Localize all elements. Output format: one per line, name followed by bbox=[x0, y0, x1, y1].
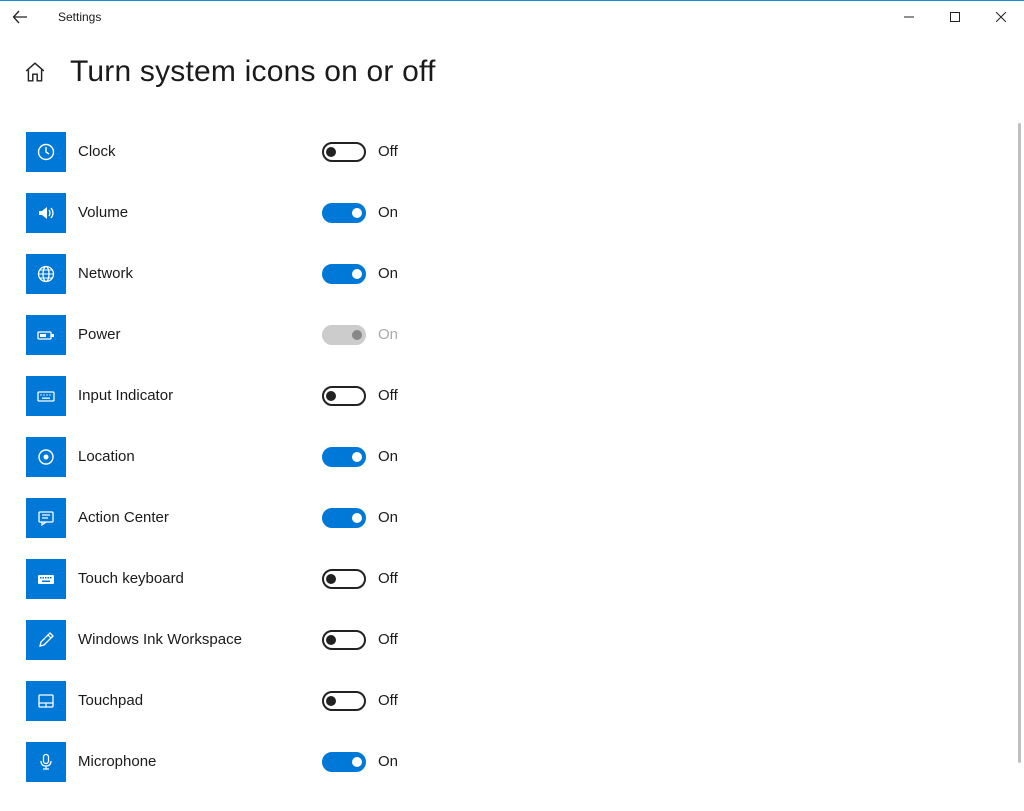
toggle-state-label: On bbox=[378, 509, 398, 526]
toggle-ink[interactable] bbox=[322, 630, 366, 650]
action-icon bbox=[26, 498, 66, 538]
network-icon bbox=[26, 254, 66, 294]
minimize-button[interactable] bbox=[886, 1, 932, 33]
toggle-knob bbox=[352, 452, 362, 462]
toggle-knob bbox=[352, 757, 362, 767]
toggle-state-label: Off bbox=[378, 570, 398, 587]
scrollbar[interactable] bbox=[1017, 123, 1023, 803]
touchkb-icon bbox=[26, 559, 66, 599]
setting-label: Touchpad bbox=[78, 692, 322, 709]
maximize-icon bbox=[950, 12, 960, 22]
scrollbar-thumb[interactable] bbox=[1018, 123, 1021, 763]
toggle-volume[interactable] bbox=[322, 203, 366, 223]
setting-label: Microphone bbox=[78, 753, 322, 770]
back-arrow-icon bbox=[12, 9, 28, 25]
window-controls bbox=[886, 1, 1024, 33]
titlebar: Settings bbox=[0, 1, 1024, 33]
toggle-state-label: Off bbox=[378, 387, 398, 404]
toggle-touchkb[interactable] bbox=[322, 569, 366, 589]
toggle-knob bbox=[352, 513, 362, 523]
setting-row-network: Network On bbox=[26, 243, 1024, 304]
toggle-knob bbox=[326, 635, 336, 645]
keyboard-icon bbox=[26, 376, 66, 416]
toggle-input[interactable] bbox=[322, 386, 366, 406]
toggle-knob bbox=[352, 208, 362, 218]
setting-row-location: Location On bbox=[26, 426, 1024, 487]
toggle-knob bbox=[352, 269, 362, 279]
setting-label: Touch keyboard bbox=[78, 570, 322, 587]
setting-label: Clock bbox=[78, 143, 322, 160]
toggle-knob bbox=[326, 391, 336, 401]
toggle-power bbox=[322, 325, 366, 345]
toggle-state-label: Off bbox=[378, 631, 398, 648]
setting-label: Location bbox=[78, 448, 322, 465]
close-button[interactable] bbox=[978, 1, 1024, 33]
back-button[interactable] bbox=[0, 1, 40, 33]
setting-row-mic: Microphone On bbox=[26, 731, 1024, 790]
setting-label: Input Indicator bbox=[78, 387, 322, 404]
setting-label: Network bbox=[78, 265, 322, 282]
toggle-knob bbox=[326, 696, 336, 706]
toggle-state-label: On bbox=[378, 204, 398, 221]
volume-icon bbox=[26, 193, 66, 233]
header-row: Turn system icons on or off bbox=[0, 33, 1024, 89]
toggle-action[interactable] bbox=[322, 508, 366, 528]
toggle-state-label: On bbox=[378, 326, 398, 343]
setting-row-clock: Clock Off bbox=[26, 121, 1024, 182]
toggle-mic[interactable] bbox=[322, 752, 366, 772]
toggle-state-label: On bbox=[378, 265, 398, 282]
toggle-state-label: Off bbox=[378, 143, 398, 160]
settings-list: Clock Off Volume On Network On Power On Input In… bbox=[0, 89, 1024, 790]
toggle-knob bbox=[326, 147, 336, 157]
setting-label: Volume bbox=[78, 204, 322, 221]
location-icon bbox=[26, 437, 66, 477]
toggle-clock[interactable] bbox=[322, 142, 366, 162]
setting-label: Power bbox=[78, 326, 322, 343]
setting-row-touchpad: Touchpad Off bbox=[26, 670, 1024, 731]
toggle-knob bbox=[352, 330, 362, 340]
setting-row-touchkb: Touch keyboard Off bbox=[26, 548, 1024, 609]
setting-row-input: Input Indicator Off bbox=[26, 365, 1024, 426]
home-icon bbox=[24, 61, 46, 83]
close-icon bbox=[996, 12, 1006, 22]
toggle-knob bbox=[326, 574, 336, 584]
microphone-icon bbox=[26, 742, 66, 782]
toggle-state-label: Off bbox=[378, 692, 398, 709]
toggle-network[interactable] bbox=[322, 264, 366, 284]
setting-row-power: Power On bbox=[26, 304, 1024, 365]
toggle-touchpad[interactable] bbox=[322, 691, 366, 711]
maximize-button[interactable] bbox=[932, 1, 978, 33]
setting-row-volume: Volume On bbox=[26, 182, 1024, 243]
setting-row-action: Action Center On bbox=[26, 487, 1024, 548]
clock-icon bbox=[26, 132, 66, 172]
page-title: Turn system icons on or off bbox=[70, 55, 436, 89]
setting-row-ink: Windows Ink Workspace Off bbox=[26, 609, 1024, 670]
touchpad-icon bbox=[26, 681, 66, 721]
minimize-icon bbox=[904, 12, 914, 22]
power-icon bbox=[26, 315, 66, 355]
ink-icon bbox=[26, 620, 66, 660]
app-title: Settings bbox=[58, 10, 101, 24]
toggle-state-label: On bbox=[378, 448, 398, 465]
toggle-location[interactable] bbox=[322, 447, 366, 467]
home-button[interactable] bbox=[24, 61, 46, 83]
toggle-state-label: On bbox=[378, 753, 398, 770]
setting-label: Windows Ink Workspace bbox=[78, 631, 322, 648]
setting-label: Action Center bbox=[78, 509, 322, 526]
